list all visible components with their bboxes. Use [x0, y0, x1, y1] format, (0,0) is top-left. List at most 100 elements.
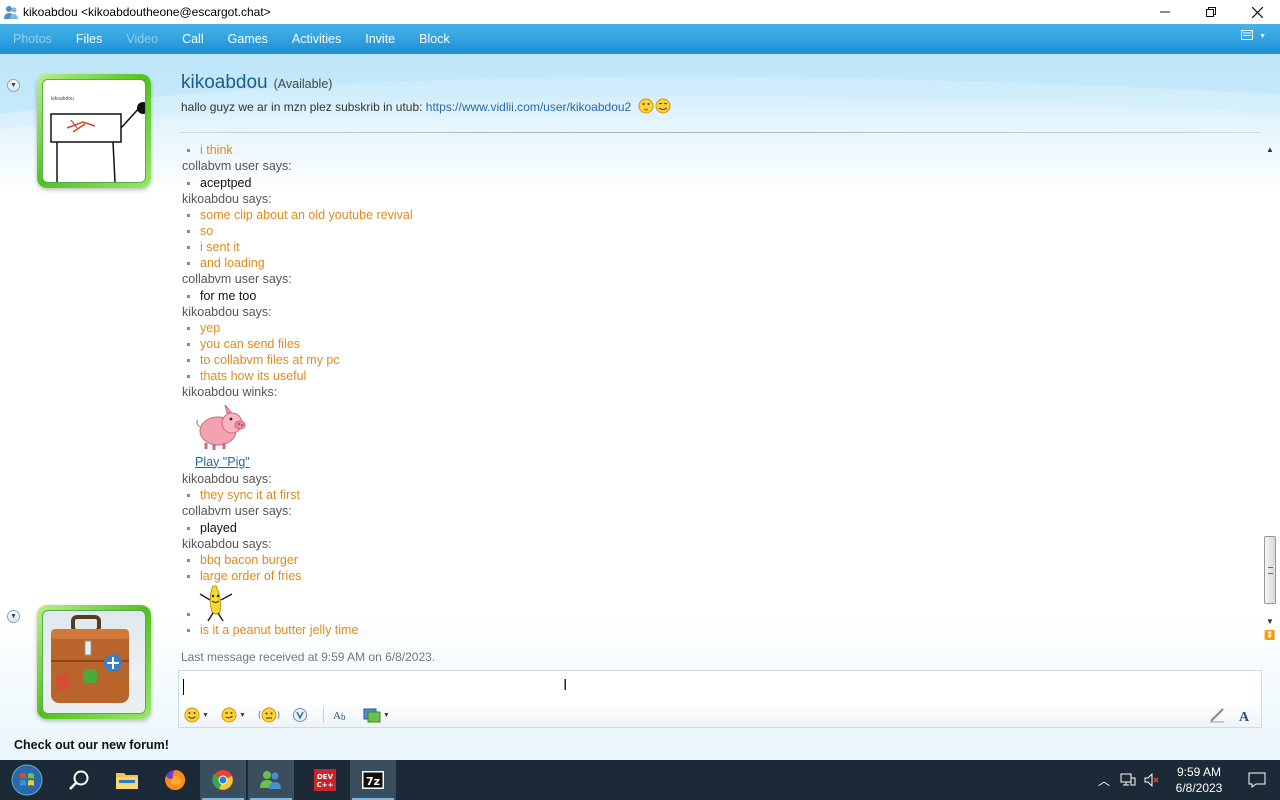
- toolbar-activities[interactable]: Activities: [284, 32, 349, 46]
- firefox-icon: [165, 769, 186, 790]
- clock-date: 6/8/2023: [1175, 781, 1223, 795]
- action-center-button[interactable]: [1234, 760, 1280, 800]
- contact-display-name: kikoabdou: [181, 72, 268, 93]
- toolbar-invite[interactable]: Invite: [357, 32, 403, 46]
- conversation-scrollbar[interactable]: ▲ ▼: [1262, 142, 1278, 658]
- chevron-up-icon: ︿: [1097, 773, 1110, 788]
- minimize-icon: [1160, 11, 1170, 13]
- taskbar-chrome[interactable]: [200, 760, 246, 800]
- contact-status: (Available): [273, 77, 333, 91]
- windows-logo-icon: [11, 764, 43, 796]
- toolbar-games[interactable]: Games: [220, 32, 276, 46]
- personal-message-text: hallo guyz we ar in mzn plez subskrib in…: [181, 100, 426, 114]
- collapse-contact-pane-button[interactable]: ▼: [7, 79, 20, 92]
- sender-line: collabvm user says:: [182, 159, 292, 173]
- collapse-own-pane-button[interactable]: ▼: [7, 610, 20, 623]
- taskbar-7zip[interactable]: 7z: [350, 760, 396, 800]
- taskbar-file-explorer[interactable]: [104, 760, 150, 800]
- toolbar-video[interactable]: Video: [118, 32, 166, 46]
- taskbar-firefox[interactable]: [152, 760, 198, 800]
- font-icon: Ab: [333, 710, 346, 722]
- header-divider: [180, 132, 1260, 133]
- my-message: and loading: [180, 255, 1260, 271]
- search-icon: [69, 770, 89, 790]
- chrome-icon: [212, 770, 233, 790]
- messenger-icon: [260, 771, 281, 789]
- conversation-window: ▼ kikoabdou ▼ kikoabdou (Available) hall…: [0, 54, 1280, 760]
- dev-cpp-icon: DEVC++: [314, 769, 336, 791]
- taskbar-messenger[interactable]: [248, 760, 294, 800]
- voice-clip-button[interactable]: [255, 704, 283, 726]
- sender-line: kikoabdou says:: [182, 191, 272, 206]
- svg-text:DEV: DEV: [317, 773, 334, 781]
- sender-line: collabvm user says:: [182, 272, 292, 286]
- background-button[interactable]: ▼: [360, 704, 393, 726]
- scroll-down-button[interactable]: ▼: [1262, 614, 1278, 628]
- volume-button[interactable]: [1140, 760, 1164, 800]
- conversation-history[interactable]: i think collabvm user says: aceptped kikoab…: [180, 142, 1260, 670]
- message-compose-area: I ▼ ▼ Ab ▼ A: [178, 670, 1262, 728]
- toolbar-files[interactable]: Files: [68, 32, 110, 46]
- play-wink-link[interactable]: Play "Pig": [195, 455, 250, 469]
- sender-line: kikoabdou says:: [182, 304, 272, 319]
- svg-text:C++: C++: [317, 781, 334, 789]
- personal-message-link[interactable]: https://www.vidlii.com/user/kikoabdou2: [426, 100, 631, 114]
- folder-icon: [116, 773, 138, 789]
- toolbar-photos[interactable]: Photos: [5, 32, 60, 46]
- show-hidden-icons-button[interactable]: ︿: [1092, 760, 1116, 800]
- network-icon: [1120, 773, 1136, 786]
- smiley-icon: [184, 707, 200, 723]
- contact-avatar[interactable]: kikoabdou: [37, 74, 151, 188]
- my-message: is it a peanut butter jelly time: [180, 622, 1260, 638]
- chevron-down-icon: ▼: [10, 613, 17, 620]
- menu-button[interactable]: ▼: [1241, 30, 1266, 42]
- 7zip-icon: 7z: [362, 771, 384, 789]
- my-message: large order of fries: [180, 568, 1260, 584]
- taskbar-dev-cpp[interactable]: DEV C++: [302, 760, 348, 800]
- nudge-icon: [292, 708, 307, 722]
- network-button[interactable]: [1116, 760, 1140, 800]
- message-input[interactable]: [179, 671, 1261, 701]
- wink-button[interactable]: ▼: [218, 704, 249, 726]
- sender-line: kikoabdou says:: [182, 471, 272, 486]
- pig-wink-icon[interactable]: [194, 401, 248, 451]
- nudge-button[interactable]: [289, 704, 311, 726]
- typing-mode-button[interactable]: A: [1233, 704, 1257, 726]
- text-caret: [183, 679, 184, 695]
- own-avatar[interactable]: [37, 605, 151, 719]
- sender-line: collabvm user says:: [182, 504, 292, 518]
- compose-right-tools: A: [1201, 703, 1257, 727]
- ibeam-cursor-icon: I: [563, 677, 568, 694]
- chevron-down-icon: ▼: [382, 711, 390, 719]
- avatar-caption: kikoabdou: [51, 96, 74, 102]
- emoticon-button[interactable]: ▼: [181, 704, 212, 726]
- close-icon: [1251, 6, 1263, 18]
- start-button[interactable]: [0, 760, 54, 800]
- emoticon-message: [180, 584, 1260, 622]
- toolbar-block[interactable]: Block: [411, 32, 458, 46]
- scroll-thumb[interactable]: [1264, 536, 1276, 604]
- scroll-to-end-button[interactable]: ⏬: [1264, 630, 1275, 641]
- window-title: kikoabdou <kikoabdoutheone@escargot.chat…: [23, 5, 271, 19]
- svg-text:b: b: [341, 712, 346, 722]
- nudge-face-icon: [258, 707, 280, 723]
- search-button[interactable]: [56, 760, 102, 800]
- handwriting-button[interactable]: [1205, 704, 1229, 726]
- taskbar: DEV C++ 7z ︿ 9:59 AM 6/8/2023: [0, 760, 1280, 800]
- their-message: aceptped: [180, 175, 1260, 191]
- close-button[interactable]: [1234, 0, 1280, 24]
- minimize-button[interactable]: [1142, 0, 1188, 24]
- emoticons-icon: [638, 98, 671, 114]
- restore-button[interactable]: [1188, 0, 1234, 24]
- pen-icon: [1210, 708, 1224, 723]
- my-message: so: [180, 223, 1260, 239]
- toolbar-call[interactable]: Call: [174, 32, 212, 46]
- svg-text:7z: 7z: [366, 775, 380, 788]
- forum-link[interactable]: Check out our new forum!: [14, 738, 169, 752]
- clock[interactable]: 9:59 AM 6/8/2023: [1164, 764, 1234, 796]
- font-button[interactable]: Ab: [330, 704, 354, 726]
- scroll-up-button[interactable]: ▲: [1262, 142, 1278, 156]
- my-message: i think: [180, 142, 1260, 158]
- contact-name: kikoabdou (Available): [181, 72, 332, 94]
- svg-text:A: A: [333, 710, 341, 722]
